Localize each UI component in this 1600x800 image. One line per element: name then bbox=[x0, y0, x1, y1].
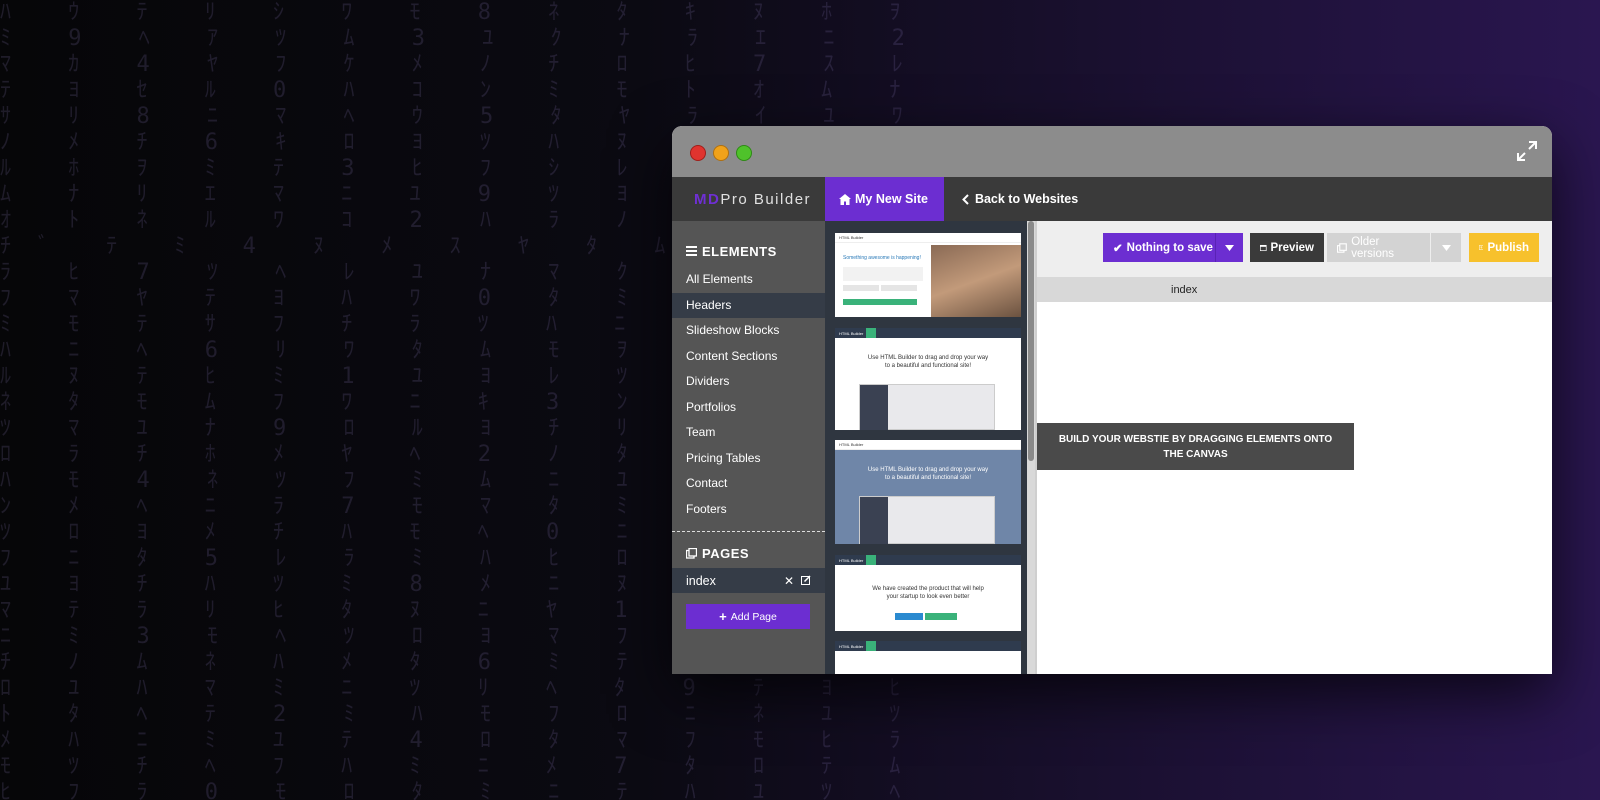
edit-icon[interactable] bbox=[801, 574, 811, 585]
thumb-brand: HTML Builder bbox=[839, 442, 864, 447]
element-thumbnails-panel: HTML Builder Something awesome is happen… bbox=[825, 221, 1035, 674]
brand-suffix: Pro Builder bbox=[720, 190, 812, 208]
thumb-text-line2: your startup to look even better bbox=[886, 594, 970, 600]
back-to-websites-link[interactable]: Back to Websites bbox=[944, 192, 1078, 206]
sidebar-item-portfolios[interactable]: Portfolios bbox=[672, 395, 825, 421]
window-titlebar bbox=[672, 126, 1552, 177]
sidebar-item-team[interactable]: Team bbox=[672, 420, 825, 446]
thumb-headline: Something awesome is happening! bbox=[843, 255, 921, 261]
close-icon[interactable]: ✕ bbox=[784, 574, 794, 588]
thumb-nav: HTML Builder bbox=[835, 233, 1021, 243]
my-new-site-button[interactable]: My New Site bbox=[825, 177, 944, 221]
thumb-button bbox=[843, 299, 917, 305]
check-icon: ✔ bbox=[1113, 242, 1123, 255]
expand-icon[interactable] bbox=[1516, 140, 1538, 162]
thumb-brand: HTML Builder bbox=[839, 557, 864, 563]
thumb-text-line2: to a beautiful and functional site! bbox=[884, 363, 972, 369]
header-thumbnail-1[interactable]: HTML Builder Something awesome is happen… bbox=[835, 233, 1021, 317]
brand-logo: MDPro Builder bbox=[672, 191, 825, 208]
tab-index[interactable]: index bbox=[1171, 284, 1197, 296]
header-thumbnail-4[interactable]: HTML Builder We have created the product… bbox=[835, 555, 1021, 631]
thumb-brand: HTML Builder bbox=[839, 330, 864, 336]
thumb-text-line1: Use HTML Builder to drag and drop your w… bbox=[867, 467, 989, 473]
brand-prefix: MD bbox=[694, 190, 721, 208]
sidebar-item-pricing-tables[interactable]: Pricing Tables bbox=[672, 446, 825, 472]
header-thumbnail-2[interactable]: HTML Builder Use HTML Builder to drag an… bbox=[835, 328, 1021, 430]
sidebar-divider bbox=[672, 531, 825, 532]
pages-icon bbox=[686, 548, 697, 559]
page-name: index bbox=[686, 573, 716, 588]
preview-icon bbox=[1260, 244, 1267, 251]
canvas-area: ✔ Nothing to save Preview Older versions… bbox=[1035, 221, 1552, 674]
caret-down-icon[interactable] bbox=[1215, 233, 1243, 262]
thumb-text-line2: to a beautiful and functional site! bbox=[884, 475, 972, 481]
add-page-label: Add Page bbox=[730, 610, 777, 623]
thumb-nav: HTML Builder bbox=[835, 641, 1021, 651]
scrollbar-thumb[interactable] bbox=[1028, 221, 1034, 461]
older-versions-button[interactable]: Older versions bbox=[1327, 233, 1430, 262]
thumb-nav: HTML Builder bbox=[835, 555, 1021, 565]
back-to-websites-label: Back to Websites bbox=[974, 192, 1079, 206]
thumb-text-line1: Use HTML Builder to drag and drop your w… bbox=[867, 355, 989, 361]
pages-heading: PAGES bbox=[672, 546, 825, 561]
thumb-brand: HTML Builder bbox=[839, 235, 864, 240]
header-thumbnail-3[interactable]: HTML Builder Use HTML Builder to drag an… bbox=[835, 440, 1021, 544]
older-versions-dropdown[interactable] bbox=[1431, 233, 1461, 262]
older-versions-label: Older versions bbox=[1351, 235, 1395, 260]
close-window-button[interactable] bbox=[690, 145, 706, 161]
thumb-input bbox=[843, 285, 879, 291]
sidebar-item-dividers[interactable]: Dividers bbox=[672, 369, 825, 395]
my-new-site-label: My New Site bbox=[855, 192, 928, 206]
sidebar-item-slideshow-blocks[interactable]: Slideshow Blocks bbox=[672, 318, 825, 344]
publish-label: Publish bbox=[1487, 241, 1529, 254]
plus-icon: + bbox=[719, 609, 727, 624]
maximize-window-button[interactable] bbox=[736, 145, 752, 161]
canvas-toolbar: ✔ Nothing to save Preview Older versions… bbox=[1037, 221, 1552, 277]
elements-title: ELEMENTS bbox=[702, 243, 777, 259]
thumb-screenshot bbox=[859, 496, 995, 544]
sidebar: ELEMENTS All Elements Headers Slideshow Bl… bbox=[672, 221, 825, 674]
publish-icon bbox=[1479, 245, 1484, 250]
preview-label: Preview bbox=[1270, 241, 1314, 254]
sidebar-item-footers[interactable]: Footers bbox=[672, 497, 825, 523]
thumb-brand: HTML Builder bbox=[839, 643, 864, 649]
pages-title: PAGES bbox=[702, 546, 750, 561]
preview-button[interactable]: Preview bbox=[1250, 233, 1324, 262]
top-navigation: MDPro Builder My New Site Back to Websit… bbox=[672, 177, 1552, 221]
page-item-index[interactable]: index ✕ bbox=[672, 568, 825, 593]
menu-icon bbox=[686, 246, 697, 256]
add-page-button[interactable]: + Add Page bbox=[686, 604, 810, 629]
elements-heading: ELEMENTS bbox=[672, 243, 825, 259]
sidebar-item-all-elements[interactable]: All Elements bbox=[672, 267, 825, 293]
elements-list: All Elements Headers Slideshow Blocks Conte… bbox=[672, 267, 825, 522]
save-button[interactable]: ✔ Nothing to save bbox=[1103, 233, 1243, 262]
canvas-hint: BUILD YOUR WEBSTIE BY DRAGGING ELEMENTS … bbox=[1037, 423, 1354, 470]
chevron-left-icon bbox=[962, 193, 969, 205]
page-tab-bar: index bbox=[1037, 277, 1552, 302]
sidebar-item-headers[interactable]: Headers bbox=[672, 292, 825, 318]
thumb-nav: HTML Builder bbox=[835, 328, 1021, 338]
publish-button[interactable]: Publish bbox=[1469, 233, 1539, 262]
sidebar-item-contact[interactable]: Contact bbox=[672, 471, 825, 497]
thumb-photo bbox=[931, 245, 1021, 317]
minimize-window-button[interactable] bbox=[713, 145, 729, 161]
builder-main: ELEMENTS All Elements Headers Slideshow Bl… bbox=[672, 221, 1552, 674]
home-icon bbox=[839, 193, 851, 205]
header-thumbnail-5[interactable]: HTML Builder bbox=[835, 641, 1021, 674]
thumb-button bbox=[895, 613, 923, 620]
thumb-nav: HTML Builder bbox=[835, 440, 1021, 450]
thumb-input bbox=[881, 285, 917, 291]
history-icon bbox=[1337, 242, 1347, 253]
thumbnails-scrollbar[interactable] bbox=[1027, 221, 1035, 674]
thumb-text-line1: We have created the product that will he… bbox=[872, 586, 984, 592]
thumb-button bbox=[925, 613, 957, 620]
caret-down-icon bbox=[1441, 244, 1451, 251]
save-label: Nothing to save bbox=[1126, 241, 1213, 254]
sidebar-item-content-sections[interactable]: Content Sections bbox=[672, 344, 825, 370]
builder-window: MDPro Builder My New Site Back to Websit… bbox=[672, 126, 1552, 674]
thumb-text-block bbox=[843, 267, 923, 281]
thumb-screenshot bbox=[859, 384, 995, 430]
